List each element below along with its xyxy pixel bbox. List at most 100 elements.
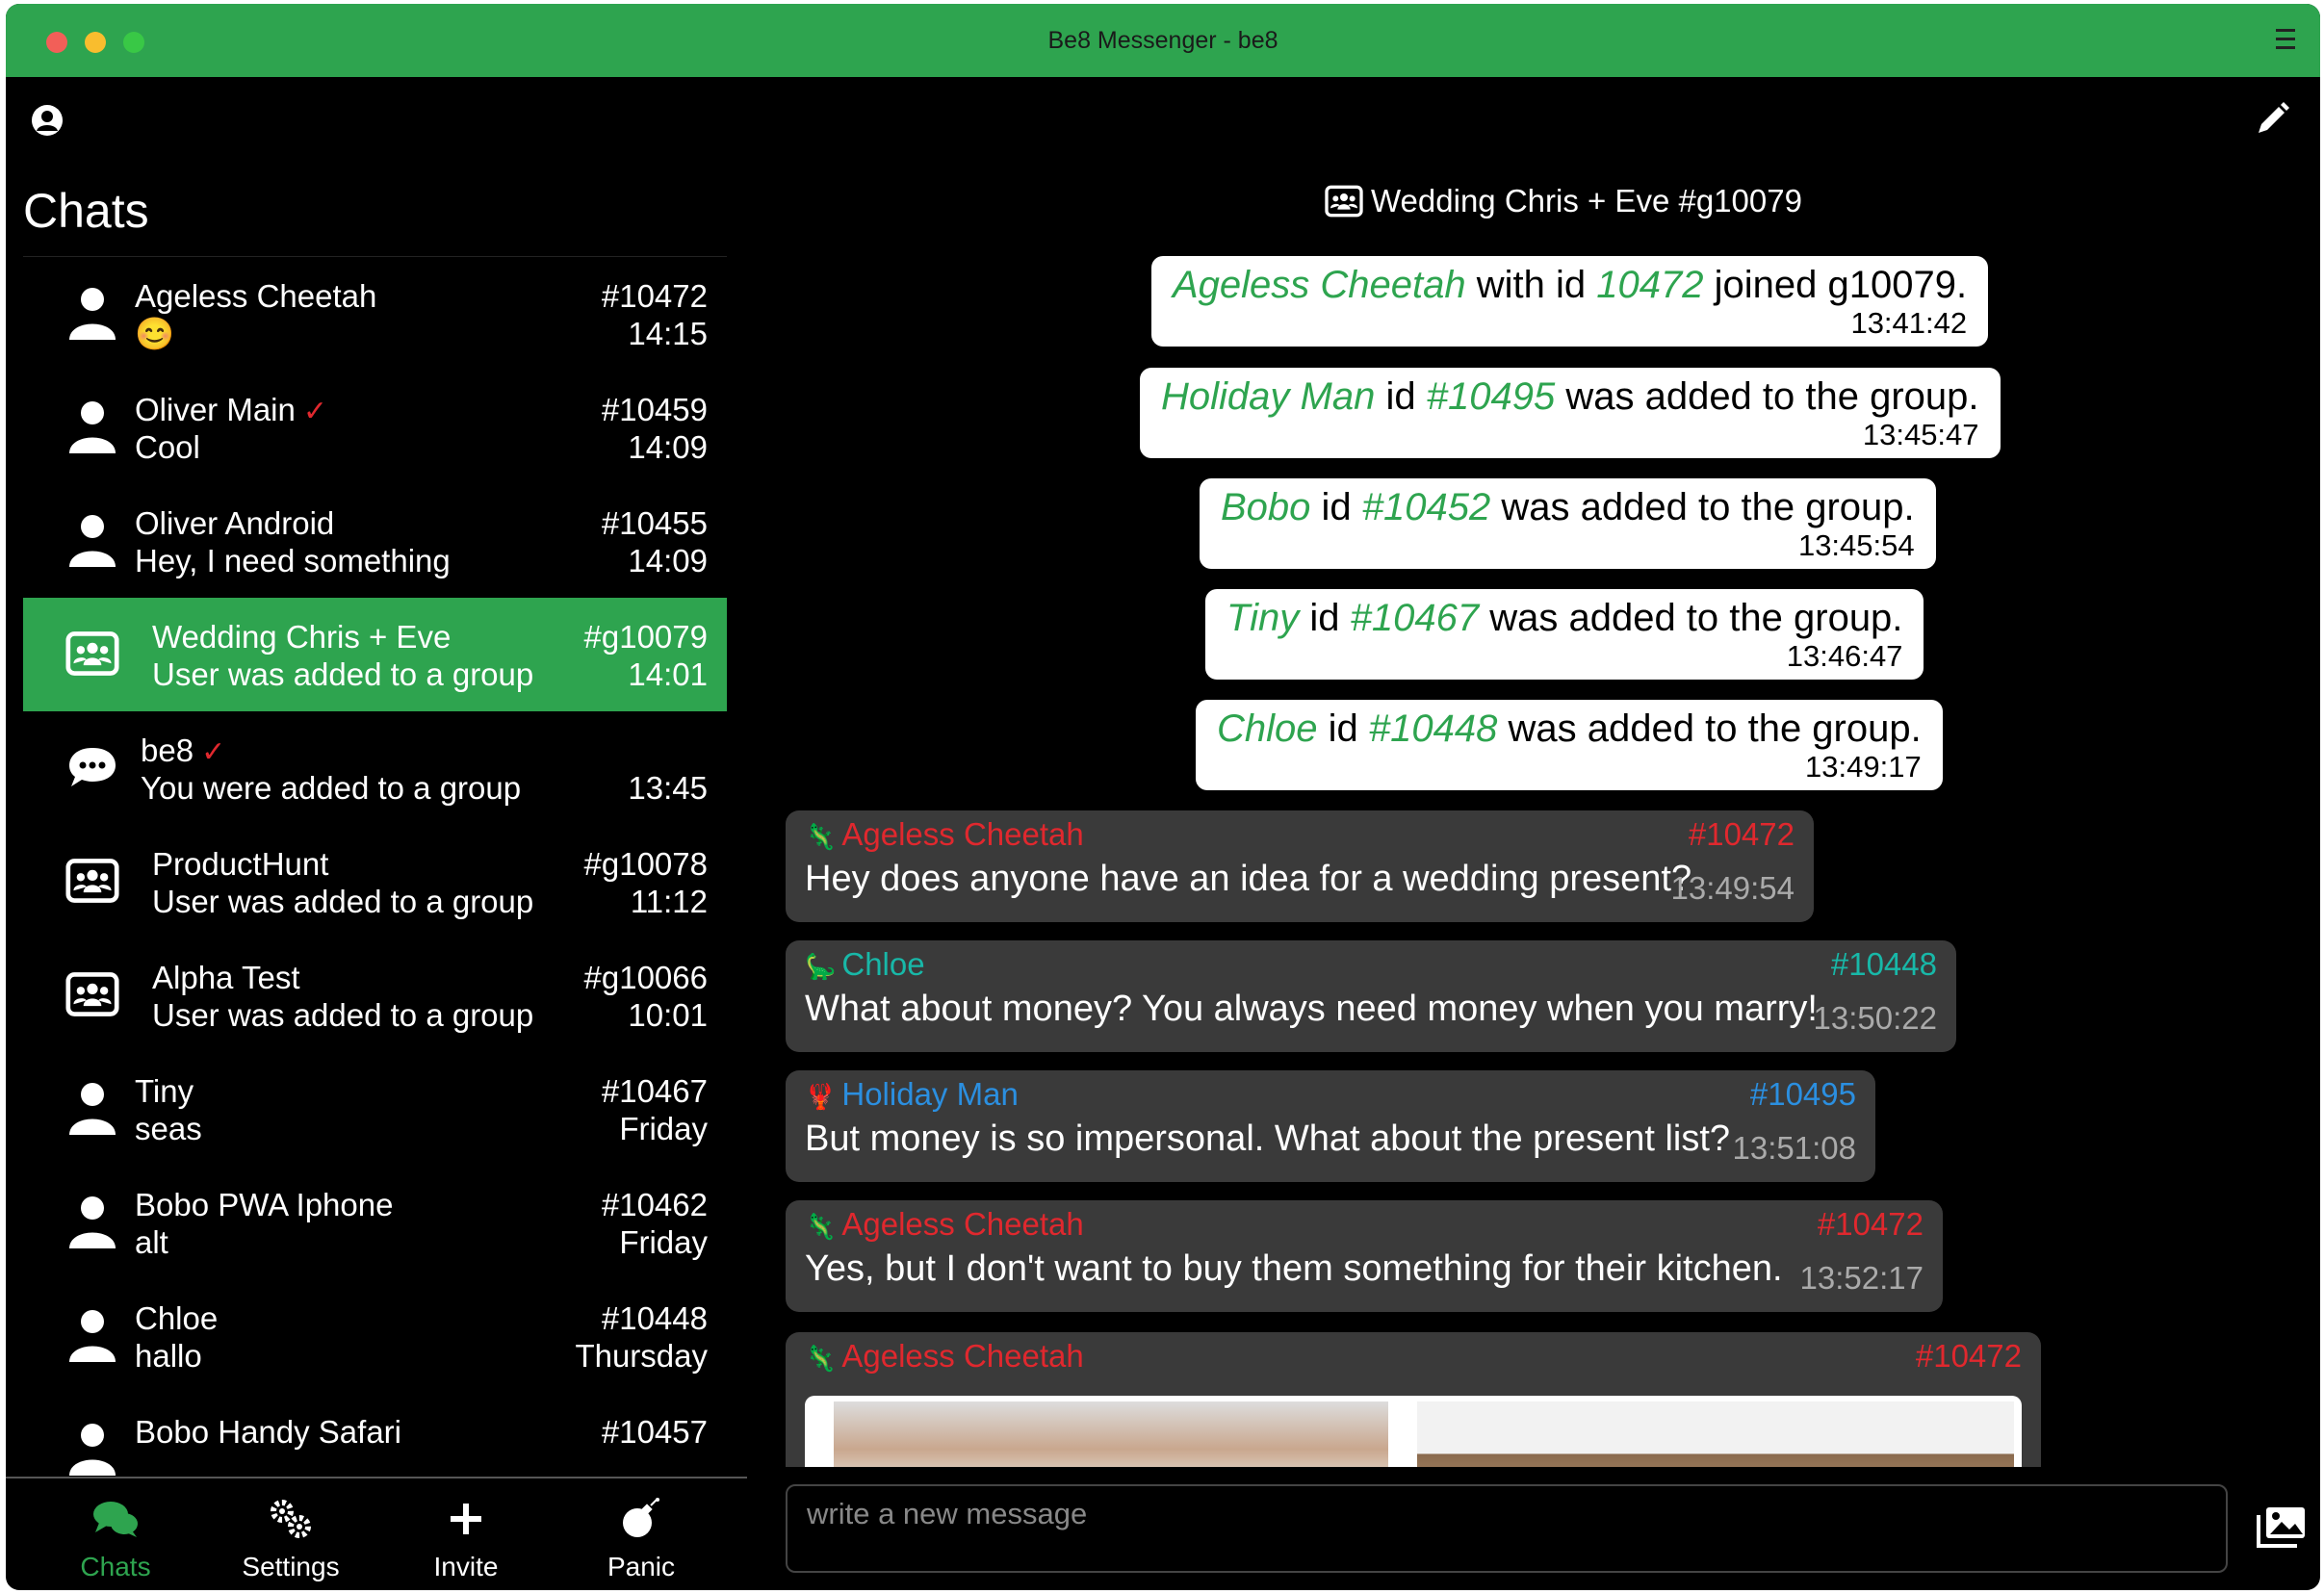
chat-name: ProductHunt [152,846,329,882]
message-text: What about money? You always need money … [805,989,1818,1029]
chat-item-oliver-android[interactable]: Oliver Android Hey, I need something #10… [23,484,727,598]
chat-id: #10455 [601,505,708,541]
chat-item-alpha-test[interactable]: Alpha Test User was added to a group #g1… [23,938,727,1052]
nav-panic[interactable]: Panic [555,1496,728,1582]
sender-name[interactable]: Ageless Cheetah [841,1206,1083,1242]
chat-list[interactable]: Ageless Cheetah 😊 #10472 14:15 Oliver Ma… [23,256,727,1478]
chat-item-bobo-pwa-iphone[interactable]: Bobo PWA Iphone alt #10462 Friday [23,1166,727,1279]
compose-icon[interactable] [2253,100,2291,139]
sender-name[interactable]: Ageless Cheetah [841,816,1083,852]
avatar-emoji: 🦎 [805,1212,837,1241]
nav-chats[interactable]: Chats [29,1496,202,1582]
member-name[interactable]: Ageless Cheetah [1173,264,1466,306]
nav-settings[interactable]: Settings [204,1496,377,1582]
chat-name: Tiny [135,1073,194,1109]
photo-thumbnail[interactable] [834,1401,1388,1467]
system-text: was added to the group. [1489,597,1903,639]
bomb-icon [555,1496,728,1542]
sender-name[interactable]: Holiday Man [841,1076,1018,1112]
chat-item-ageless-cheetah[interactable]: Ageless Cheetah 😊 #10472 14:15 [23,257,727,371]
system-text: id [1385,375,1416,418]
message-bubble[interactable]: 🦞 Holiday Man #10495 But money is so impe… [786,1070,1875,1182]
member-id: #10495 [1426,375,1556,418]
message-bubble[interactable]: 🦕 Chloe #10448 What about money? You alwa… [786,940,1956,1052]
chats-heading: Chats [23,184,149,238]
chat-snippet: Cool [135,429,200,465]
avatar-emoji: 🦞 [805,1082,837,1111]
chat-id: #10462 [601,1187,708,1222]
chat-name: Bobo Handy Safari [135,1414,402,1450]
member-name[interactable]: Chloe [1217,707,1318,750]
avatar-emoji: 🦎 [805,822,837,851]
sender-id: #10448 [1830,946,1937,982]
member-name[interactable]: Holiday Man [1161,375,1375,418]
chat-item-oliver-main[interactable]: Oliver Main ✓ Cool #10459 14:09 [23,371,727,484]
gear-icon [204,1496,377,1542]
image-gallery-icon[interactable] [2255,1505,2307,1550]
chat-item-be8[interactable]: be8 ✓ You were added to a group 13:45 [23,711,727,825]
chat-snippet: User was added to a group [152,656,534,692]
chat-id: #10459 [601,392,708,427]
message-text: Yes, but I don't want to buy them someth… [805,1248,1783,1289]
message-text: Hey does anyone have an idea for a weddi… [805,859,1692,899]
message-input-container [786,1484,2228,1573]
chat-id: #10467 [601,1073,708,1109]
message-bubble[interactable]: 🦎 Ageless Cheetah #10472 Yes, but I don't… [786,1200,1943,1312]
chat-id: #10472 [601,278,708,314]
nav-invite[interactable]: Invite [379,1496,553,1582]
conversation-title-text: Wedding Chris + Eve #g10079 [1371,183,1802,219]
chat-id: #g10079 [583,619,708,655]
chat-id: #g10078 [583,846,708,882]
user-icon [65,1420,119,1478]
sender-name[interactable]: Chloe [841,946,924,982]
system-time: 13:49:17 [1805,750,1922,784]
window-title: Be8 Messenger - be8 [1047,27,1278,54]
image-message-bubble[interactable]: 🦎 Ageless Cheetah #10472 [786,1332,2041,1467]
member-id: #10448 [1368,707,1498,750]
user-icon [65,1306,119,1364]
avatar-emoji: 🦎 [805,1344,837,1373]
account-icon[interactable] [31,104,64,137]
chat-item-tiny[interactable]: Tiny seas #10467 Friday [23,1052,727,1166]
user-icon [65,284,119,342]
speech-bubble-icon [65,738,119,796]
sender-id: #10495 [1749,1076,1856,1112]
chat-snippet: seas [135,1111,202,1146]
photo-thumbnail[interactable] [1417,1401,2014,1467]
system-text: with id [1476,264,1587,306]
chat-item-bobo-handy-safari[interactable]: Bobo Handy Safari #10457 [23,1393,727,1478]
message-input[interactable] [788,1486,2226,1571]
chat-time: 11:12 [630,884,708,919]
chat-item-wedding-chris-eve[interactable]: Wedding Chris + Eve User was added to a … [23,598,727,711]
chat-id: #10448 [601,1300,708,1336]
chat-time: Friday [619,1111,708,1146]
chat-time: 14:15 [628,316,708,351]
chat-name: Alpha Test [152,960,300,995]
chats-icon [29,1496,202,1542]
group-icon [65,625,119,682]
menu-icon[interactable] [2276,29,2295,55]
system-text: was added to the group. [1508,707,1922,750]
member-name[interactable]: Bobo [1221,486,1310,528]
image-attachment[interactable] [805,1396,2022,1467]
message-time: 13:51:08 [1732,1130,1856,1166]
system-message: Chloe id #10448 was added to the group. … [1196,700,1943,790]
nav-panic-label: Panic [607,1552,676,1581]
chat-snippet: You were added to a group [141,770,522,806]
bottom-nav: Chats Settings Invite Panic [6,1477,747,1590]
member-name[interactable]: Tiny [1227,597,1299,639]
chat-snippet: User was added to a group [152,884,534,919]
system-text: id [1309,597,1340,639]
chat-item-chloe[interactable]: Chloe hallo #10448 Thursday [23,1279,727,1393]
sender-name[interactable]: Ageless Cheetah [841,1338,1083,1374]
message-time: 13:49:54 [1670,870,1795,906]
user-icon [65,1079,119,1137]
system-text: id [1328,707,1358,750]
system-time: 13:45:47 [1862,418,1979,451]
chat-time: Friday [619,1224,708,1260]
title-bar: Be8 Messenger - be8 [6,4,2320,77]
chat-name: Ageless Cheetah [135,278,377,314]
member-id: #10467 [1350,597,1480,639]
chat-item-producthunt[interactable]: ProductHunt User was added to a group #g… [23,825,727,938]
message-bubble[interactable]: 🦎 Ageless Cheetah #10472 Hey does anyone … [786,810,1814,922]
